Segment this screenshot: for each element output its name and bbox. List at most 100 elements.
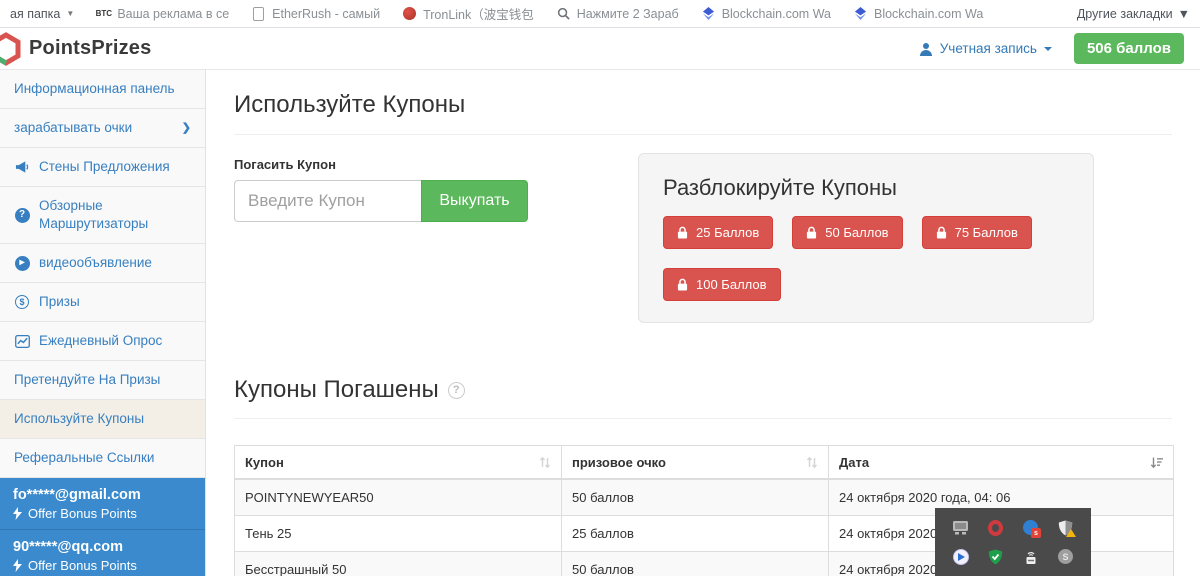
sidebar-item-offer-walls[interactable]: Стены Предложения bbox=[0, 148, 205, 187]
other-bookmarks-label: Другие закладки bbox=[1077, 7, 1173, 21]
redeem-coupon-label: Погасить Купон bbox=[234, 157, 638, 172]
magnifier-icon bbox=[556, 6, 571, 21]
sidebar-item-label: Информационная панель bbox=[14, 80, 175, 98]
column-header-points[interactable]: призовое очко bbox=[562, 446, 829, 480]
page-title: Используйте Купоны bbox=[234, 91, 1172, 135]
defender-warning-icon[interactable] bbox=[1057, 519, 1074, 536]
column-header-label: Дата bbox=[839, 455, 869, 470]
cell-points: 50 баллов bbox=[562, 552, 829, 576]
lightning-icon bbox=[13, 507, 22, 520]
table-header-row: Купон призовое очко bbox=[235, 446, 1174, 480]
app-s-icon[interactable] bbox=[1022, 519, 1039, 536]
referral-account-2[interactable]: 90*****@qq.com Offer Bonus Points bbox=[0, 530, 205, 576]
btc-icon: BTC bbox=[96, 6, 111, 21]
bookmark-label: EtherRush - самый bbox=[272, 7, 380, 21]
sidebar-item-label: Реферальные Ссылки bbox=[14, 449, 154, 467]
cell-coupon: Тень 25 bbox=[235, 516, 562, 552]
sidebar-item-video-ads[interactable]: ▸ видеообъявление bbox=[0, 244, 205, 283]
column-header-date[interactable]: Дата bbox=[829, 446, 1174, 480]
bookmark-label: ая папка bbox=[10, 7, 60, 21]
bookmarks-bar: ая папка ▼ BTC Ваша реклама в се EtherRu… bbox=[0, 0, 1200, 28]
bookmark-label: Нажмите 2 Зараб bbox=[577, 7, 679, 21]
screen: ая папка ▼ BTC Ваша реклама в се EtherRu… bbox=[0, 0, 1200, 576]
bookmark-item[interactable]: EtherRush - самый bbox=[251, 6, 380, 21]
sidebar-item-referral-links[interactable]: Реферальные Ссылки bbox=[0, 439, 205, 478]
redeem-button[interactable]: Выкупать bbox=[421, 180, 528, 222]
unlock-50-points-button[interactable]: 50 Баллов bbox=[792, 216, 902, 249]
lock-icon bbox=[936, 226, 947, 239]
other-bookmarks[interactable]: Другие закладки ▼ bbox=[1077, 7, 1190, 21]
cell-coupon: POINTYNEWYEAR50 bbox=[235, 479, 562, 516]
sidebar-item-earn-points[interactable]: зарабатывать очки ❯ bbox=[0, 109, 205, 148]
brand[interactable]: PointsPrizes bbox=[0, 32, 151, 66]
sidebar-item-claim-prizes[interactable]: Претендуйте На Призы bbox=[0, 361, 205, 400]
sort-desc-icon bbox=[1150, 456, 1163, 469]
help-icon[interactable]: ? bbox=[448, 382, 465, 399]
play-circle-icon: ▸ bbox=[14, 256, 30, 271]
unlock-100-points-button[interactable]: 100 Баллов bbox=[663, 268, 781, 301]
sidebar-item-label: Ежедневный Опрос bbox=[39, 332, 162, 350]
unlock-75-points-button[interactable]: 75 Баллов bbox=[922, 216, 1032, 249]
sidebar-item-survey-routers[interactable]: ? Обзорные Маршрутизаторы bbox=[0, 187, 205, 244]
sidebar-item-label: Используйте Купоны bbox=[14, 410, 144, 428]
referral-account-1[interactable]: fo*****@gmail.com Offer Bonus Points bbox=[0, 478, 205, 530]
site-header: PointsPrizes Учетная запись 506 баллов bbox=[0, 28, 1200, 70]
redeemed-coupons-title: Купоны Погашены ? bbox=[234, 376, 1172, 419]
display-icon[interactable] bbox=[952, 519, 969, 536]
page-icon bbox=[251, 6, 266, 21]
blockchain-icon bbox=[853, 6, 868, 21]
coin-icon: $ bbox=[14, 295, 30, 309]
skype-icon[interactable]: S bbox=[1058, 549, 1073, 564]
bookmark-item[interactable]: BTC Ваша реклама в се bbox=[96, 6, 229, 21]
lightning-icon bbox=[13, 559, 22, 572]
bookmark-item[interactable]: Blockchain.com Wa bbox=[701, 6, 831, 21]
sidebar-item-label: Призы bbox=[39, 293, 80, 311]
person-icon bbox=[919, 42, 933, 56]
chevron-down-icon: ▼ bbox=[66, 9, 74, 18]
lock-icon bbox=[677, 278, 688, 291]
referral-email: fo*****@gmail.com bbox=[13, 487, 192, 503]
chevron-down-icon: ▼ bbox=[1178, 7, 1190, 21]
blockchain-icon bbox=[701, 6, 716, 21]
column-header-label: Купон bbox=[245, 455, 284, 470]
column-header-coupon[interactable]: Купон bbox=[235, 446, 562, 480]
sidebar-item-use-coupons[interactable]: Используйте Купоны bbox=[0, 400, 205, 439]
warning-triangle-icon bbox=[1066, 529, 1076, 537]
bookmark-label: Ваша реклама в се bbox=[117, 7, 229, 21]
coupon-input[interactable] bbox=[234, 180, 421, 222]
main-content: Используйте Купоны Погасить Купон Выкупа… bbox=[206, 70, 1200, 576]
sidebar-item-prizes[interactable]: $ Призы bbox=[0, 283, 205, 322]
referral-sub-label: Offer Bonus Points bbox=[28, 506, 137, 521]
sidebar: Информационная панель зарабатывать очки … bbox=[0, 70, 206, 576]
cell-points: 25 баллов bbox=[562, 516, 829, 552]
media-play-icon[interactable] bbox=[952, 548, 969, 565]
account-menu[interactable]: Учетная запись bbox=[919, 41, 1052, 56]
unlock-panel-title: Разблокируйте Купоны bbox=[663, 175, 1069, 201]
sidebar-item-daily-poll[interactable]: Ежедневный Опрос bbox=[0, 322, 205, 361]
bookmark-item[interactable]: TronLink（波宝钱包 bbox=[402, 4, 534, 23]
sidebar-item-label: зарабатывать очки bbox=[14, 119, 132, 137]
unlock-button-label: 75 Баллов bbox=[955, 225, 1018, 240]
brand-name: PointsPrizes bbox=[29, 37, 151, 60]
sidebar-item-dashboard[interactable]: Информационная панель bbox=[0, 70, 205, 109]
tronlink-icon bbox=[402, 6, 417, 21]
unlock-button-label: 25 Баллов bbox=[696, 225, 759, 240]
system-tray-overlay: S bbox=[935, 508, 1091, 576]
unlock-25-points-button[interactable]: 25 Баллов bbox=[663, 216, 773, 249]
antivirus-shield-icon[interactable] bbox=[987, 548, 1004, 565]
bookmark-item[interactable]: Blockchain.com Wa bbox=[853, 6, 983, 21]
bookmark-item[interactable]: Нажмите 2 Зараб bbox=[556, 6, 679, 21]
bookmark-label: TronLink（波宝钱包 bbox=[423, 4, 534, 23]
router-icon[interactable] bbox=[1022, 548, 1039, 565]
unlock-button-label: 100 Баллов bbox=[696, 277, 767, 292]
sidebar-item-label: Претендуйте На Призы bbox=[14, 371, 160, 389]
account-label: Учетная запись bbox=[940, 41, 1037, 56]
unlock-button-label: 50 Баллов bbox=[825, 225, 888, 240]
redeemed-title-label: Купоны Погашены bbox=[234, 376, 439, 404]
megaphone-icon bbox=[14, 160, 30, 174]
opera-icon[interactable] bbox=[987, 519, 1004, 536]
bookmark-folder[interactable]: ая папка ▼ bbox=[10, 7, 74, 21]
sidebar-item-label: Обзорные Маршрутизаторы bbox=[39, 197, 191, 233]
points-badge[interactable]: 506 баллов bbox=[1074, 33, 1184, 64]
sidebar-item-label: видеообъявление bbox=[39, 254, 152, 272]
